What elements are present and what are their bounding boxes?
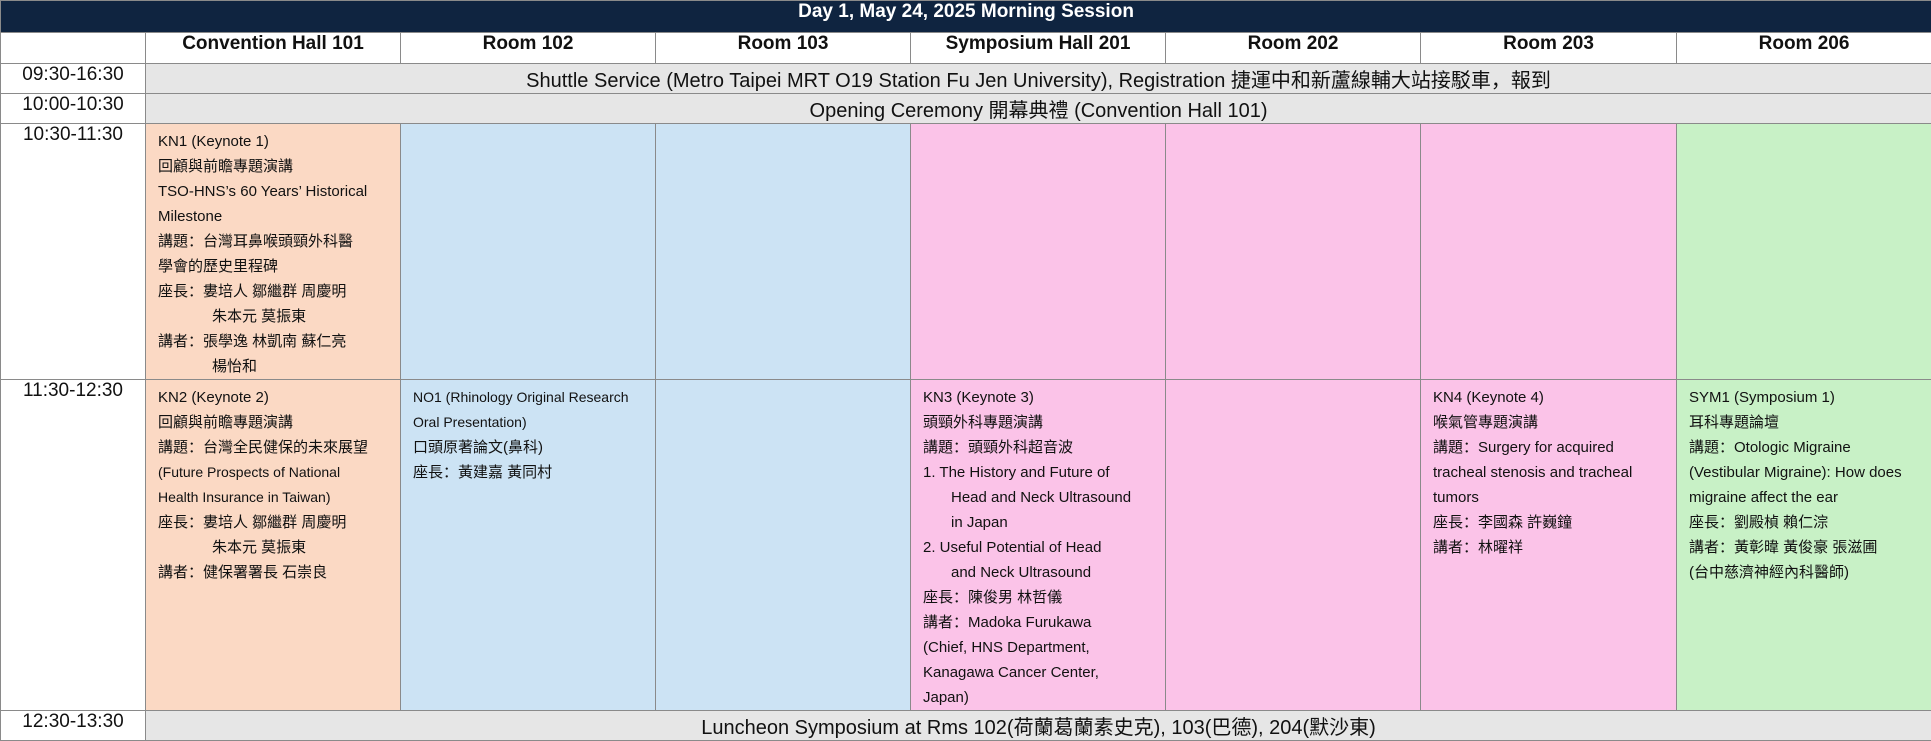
session-chairs: 座長：婁培人 鄒繼群 周慶明 bbox=[158, 510, 390, 535]
time-cell: 09:30-16:30 bbox=[1, 64, 146, 94]
session-code: Oral Presentation) bbox=[413, 410, 645, 435]
kn3-cell: KN3 (Keynote 3) 頭頸外科專題演講 講題：頭頸外科超音波 1. T… bbox=[911, 380, 1166, 711]
session-type: 回顧與前瞻專題演講 bbox=[158, 154, 390, 179]
session-type: 口頭原著論文(鼻科) bbox=[413, 435, 645, 460]
lunch-row: 12:30-13:30 Luncheon Symposium at Rms 10… bbox=[1, 711, 1931, 741]
topic-item: and Neck Ultrasound bbox=[923, 560, 1155, 585]
room-header: Room 206 bbox=[1677, 33, 1931, 64]
empty-cell bbox=[1677, 124, 1931, 380]
session-speakers: 講者：Madoka Furukawa bbox=[923, 610, 1155, 635]
slot-row-2: 11:30-12:30 KN2 (Keynote 2) 回顧與前瞻專題演講 講題… bbox=[1, 380, 1931, 711]
session-speakers: 講者：林曜祥 bbox=[1433, 535, 1666, 560]
session-topic: (Future Prospects of National bbox=[158, 460, 390, 485]
session-chairs: 座長：黃建嘉 黃同村 bbox=[413, 460, 645, 485]
empty-cell bbox=[1166, 124, 1421, 380]
title-row: Day 1, May 24, 2025 Morning Session bbox=[1, 1, 1931, 33]
session-speakers: Japan) bbox=[923, 685, 1155, 710]
session-chairs: 座長：婁培人 鄒繼群 周慶明 bbox=[158, 279, 390, 304]
session-type: 喉氣管專題演講 bbox=[1433, 410, 1666, 435]
shuttle-row: 09:30-16:30 Shuttle Service (Metro Taipe… bbox=[1, 64, 1931, 94]
session-chairs: 朱本元 莫振東 bbox=[158, 535, 390, 560]
topic-item: 1. The History and Future of bbox=[923, 460, 1155, 485]
kn1-cell: KN1 (Keynote 1) 回顧與前瞻專題演講 TSO-HNS’s 60 Y… bbox=[146, 124, 401, 380]
session-code: KN1 (Keynote 1) bbox=[158, 129, 390, 154]
session-speakers: 講者：張學逸 林凱南 蘇仁亮 bbox=[158, 329, 390, 354]
session-code: NO1 (Rhinology Original Research bbox=[413, 385, 645, 410]
room-header: Room 203 bbox=[1421, 33, 1677, 64]
time-header bbox=[1, 33, 146, 64]
session-type: 回顧與前瞻專題演講 bbox=[158, 410, 390, 435]
session-chairs: 座長：陳俊男 林哲儀 bbox=[923, 585, 1155, 610]
time-cell: 11:30-12:30 bbox=[1, 380, 146, 711]
session-code: KN4 (Keynote 4) bbox=[1433, 385, 1666, 410]
empty-cell bbox=[656, 380, 911, 711]
session-topic: 講題：台灣全民健保的未來展望 bbox=[158, 435, 390, 460]
no1-cell: NO1 (Rhinology Original Research Oral Pr… bbox=[401, 380, 656, 711]
topic-item: in Japan bbox=[923, 510, 1155, 535]
session-topic: tracheal stenosis and tracheal bbox=[1433, 460, 1666, 485]
session-code: SYM1 (Symposium 1) bbox=[1689, 385, 1921, 410]
session-title: Day 1, May 24, 2025 Morning Session bbox=[1, 1, 1931, 33]
empty-cell bbox=[401, 124, 656, 380]
empty-cell bbox=[911, 124, 1166, 380]
session-speakers: (台中慈濟神經內科醫師) bbox=[1689, 560, 1921, 585]
session-speakers: 楊怡和 bbox=[158, 354, 390, 379]
session-speakers: (Chief, HNS Department, bbox=[923, 635, 1155, 660]
room-header: Symposium Hall 201 bbox=[911, 33, 1166, 64]
room-header: Room 103 bbox=[656, 33, 911, 64]
topic-item: 2. Useful Potential of Head bbox=[923, 535, 1155, 560]
room-header-row: Convention Hall 101 Room 102 Room 103 Sy… bbox=[1, 33, 1931, 64]
slot-row-1: 10:30-11:30 KN1 (Keynote 1) 回顧與前瞻專題演講 TS… bbox=[1, 124, 1931, 380]
time-cell: 10:30-11:30 bbox=[1, 124, 146, 380]
room-header: Room 202 bbox=[1166, 33, 1421, 64]
session-speakers: 講者：黃彰暐 黃俊豪 張滋圃 bbox=[1689, 535, 1921, 560]
session-chairs: 座長：李國森 許巍鐘 bbox=[1433, 510, 1666, 535]
room-header: Convention Hall 101 bbox=[146, 33, 401, 64]
session-topic: Health Insurance in Taiwan) bbox=[158, 485, 390, 510]
session-type: 頭頸外科專題演講 bbox=[923, 410, 1155, 435]
session-topic: (Vestibular Migraine): How does bbox=[1689, 460, 1921, 485]
session-topic: tumors bbox=[1433, 485, 1666, 510]
time-cell: 10:00-10:30 bbox=[1, 94, 146, 124]
opening-row: 10:00-10:30 Opening Ceremony 開幕典禮 (Conve… bbox=[1, 94, 1931, 124]
session-topic: 講題：Otologic Migraine bbox=[1689, 435, 1921, 460]
session-topic: 學會的歷史里程碑 bbox=[158, 254, 390, 279]
empty-cell bbox=[656, 124, 911, 380]
session-topic: 講題：台灣耳鼻喉頭頸外科醫 bbox=[158, 229, 390, 254]
session-topic: migraine affect the ear bbox=[1689, 485, 1921, 510]
kn2-cell: KN2 (Keynote 2) 回顧與前瞻專題演講 講題：台灣全民健保的未來展望… bbox=[146, 380, 401, 711]
lunch-text: Luncheon Symposium at Rms 102(荷蘭葛蘭素史克), … bbox=[146, 711, 1931, 741]
topic-item: Head and Neck Ultrasound bbox=[923, 485, 1155, 510]
room-header: Room 102 bbox=[401, 33, 656, 64]
session-topic: Milestone bbox=[158, 204, 390, 229]
session-topic: TSO-HNS’s 60 Years’ Historical bbox=[158, 179, 390, 204]
schedule-page: Day 1, May 24, 2025 Morning Session Conv… bbox=[0, 0, 1931, 738]
session-speakers: Kanagawa Cancer Center, bbox=[923, 660, 1155, 685]
empty-cell bbox=[1166, 380, 1421, 711]
schedule-table: Day 1, May 24, 2025 Morning Session Conv… bbox=[0, 0, 1931, 741]
session-code: KN3 (Keynote 3) bbox=[923, 385, 1155, 410]
shuttle-text: Shuttle Service (Metro Taipei MRT O19 St… bbox=[146, 64, 1931, 94]
sym1-cell: SYM1 (Symposium 1) 耳科專題論壇 講題：Otologic Mi… bbox=[1677, 380, 1931, 711]
session-chairs: 座長：劉殿楨 賴仁淙 bbox=[1689, 510, 1921, 535]
opening-text: Opening Ceremony 開幕典禮 (Convention Hall 1… bbox=[146, 94, 1931, 124]
empty-cell bbox=[1421, 124, 1677, 380]
session-topic: 講題：頭頸外科超音波 bbox=[923, 435, 1155, 460]
session-type: 耳科專題論壇 bbox=[1689, 410, 1921, 435]
kn4-cell: KN4 (Keynote 4) 喉氣管專題演講 講題：Surgery for a… bbox=[1421, 380, 1677, 711]
session-topic: 講題：Surgery for acquired bbox=[1433, 435, 1666, 460]
session-code: KN2 (Keynote 2) bbox=[158, 385, 390, 410]
session-speakers: 講者：健保署署長 石崇良 bbox=[158, 560, 390, 585]
time-cell: 12:30-13:30 bbox=[1, 711, 146, 741]
session-chairs: 朱本元 莫振東 bbox=[158, 304, 390, 329]
